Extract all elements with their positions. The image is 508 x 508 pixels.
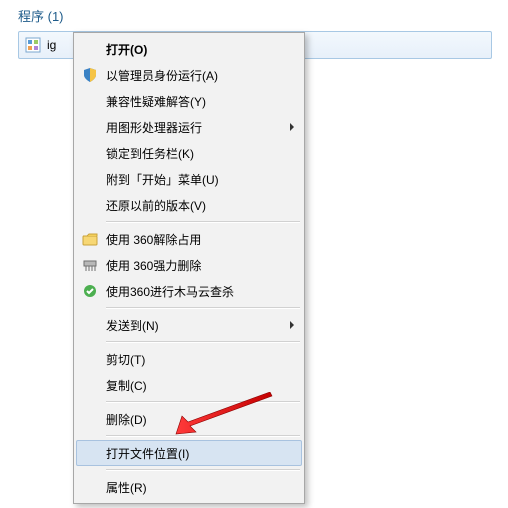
menu-label: 发送到(N) — [106, 317, 290, 334]
folder-unlock-icon — [80, 231, 100, 247]
menu-360-scan[interactable]: 使用360进行木马云查杀 — [76, 278, 302, 304]
menu-delete[interactable]: 删除(D) — [76, 406, 302, 432]
menu-label: 打开文件位置(I) — [106, 445, 294, 462]
search-result-label: ig — [47, 38, 56, 52]
menu-360-force-delete[interactable]: 使用 360强力删除 — [76, 252, 302, 278]
separator — [106, 221, 300, 223]
menu-360-unlock[interactable]: 使用 360解除占用 — [76, 226, 302, 252]
section-header-programs: 程序 (1) — [18, 6, 490, 25]
scan-shield-icon — [80, 283, 100, 299]
menu-label: 使用360进行木马云查杀 — [106, 283, 294, 300]
separator — [106, 307, 300, 309]
menu-troubleshoot[interactable]: 兼容性疑难解答(Y) — [76, 88, 302, 114]
app-icon — [25, 37, 41, 53]
shield-icon — [80, 67, 100, 83]
menu-label: 用图形处理器运行 — [106, 119, 290, 136]
menu-properties[interactable]: 属性(R) — [76, 474, 302, 500]
menu-label: 打开(O) — [106, 41, 294, 58]
separator — [106, 341, 300, 343]
menu-send-to[interactable]: 发送到(N) — [76, 312, 302, 338]
menu-open-file-location[interactable]: 打开文件位置(I) — [76, 440, 302, 466]
menu-label: 使用 360解除占用 — [106, 231, 294, 248]
menu-label: 以管理员身份运行(A) — [106, 67, 294, 84]
menu-run-with-gpu[interactable]: 用图形处理器运行 — [76, 114, 302, 140]
menu-copy[interactable]: 复制(C) — [76, 372, 302, 398]
menu-label: 属性(R) — [106, 479, 294, 496]
menu-label: 剪切(T) — [106, 351, 294, 368]
chevron-right-icon — [290, 321, 294, 329]
menu-pin-taskbar[interactable]: 锁定到任务栏(K) — [76, 140, 302, 166]
context-menu: 打开(O) 以管理员身份运行(A) 兼容性疑难解答(Y) 用图形处理器运行 锁定… — [73, 32, 305, 504]
menu-run-as-admin[interactable]: 以管理员身份运行(A) — [76, 62, 302, 88]
separator — [106, 401, 300, 403]
separator — [106, 435, 300, 437]
menu-label: 删除(D) — [106, 411, 294, 428]
separator — [106, 469, 300, 471]
menu-pin-start[interactable]: 附到「开始」菜单(U) — [76, 166, 302, 192]
menu-label: 复制(C) — [106, 377, 294, 394]
menu-label: 使用 360强力删除 — [106, 257, 294, 274]
menu-open[interactable]: 打开(O) — [76, 36, 302, 62]
shredder-icon — [80, 257, 100, 273]
chevron-right-icon — [290, 123, 294, 131]
menu-label: 锁定到任务栏(K) — [106, 145, 294, 162]
menu-label: 兼容性疑难解答(Y) — [106, 93, 294, 110]
menu-label: 附到「开始」菜单(U) — [106, 171, 294, 188]
menu-restore-previous[interactable]: 还原以前的版本(V) — [76, 192, 302, 218]
menu-label: 还原以前的版本(V) — [106, 197, 294, 214]
menu-cut[interactable]: 剪切(T) — [76, 346, 302, 372]
